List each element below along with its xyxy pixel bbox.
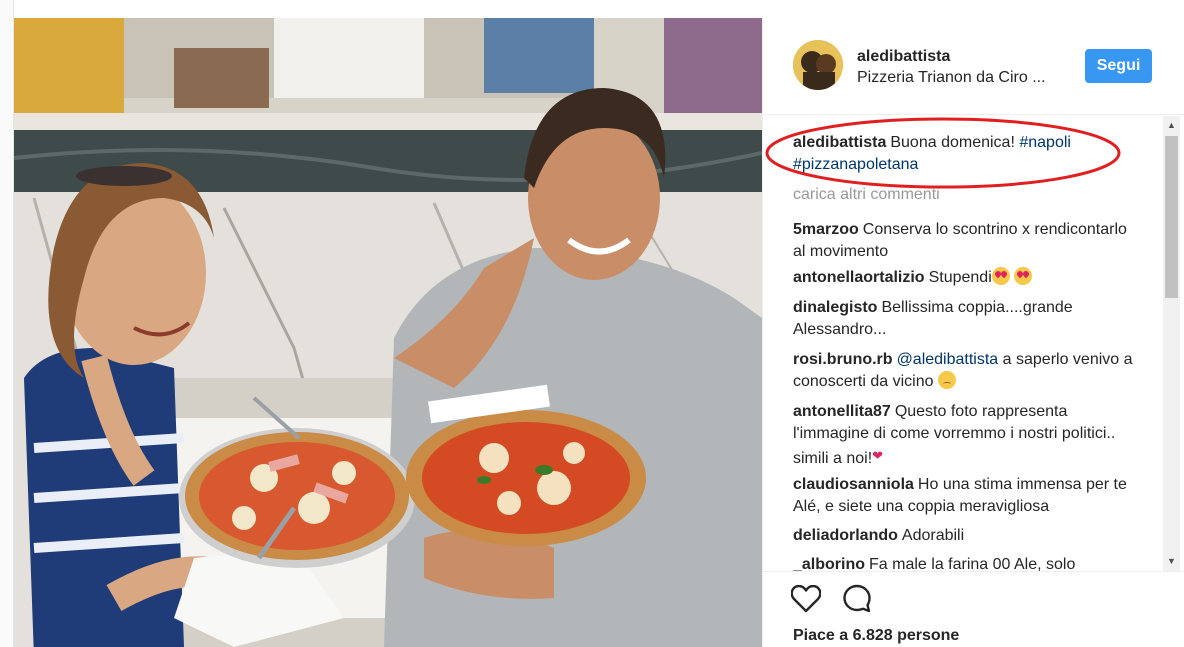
instagram-post-window: aledibattista Pizzeria Trianon da Ciro .… — [0, 0, 1184, 647]
comment-text: Fa male la farina 00 Ale, solo — [869, 556, 1076, 571]
post-location[interactable]: Pizzeria Trianon da Ciro ... — [857, 69, 1046, 87]
follow-button[interactable]: Segui — [1085, 49, 1152, 83]
comment-text: Adorabili — [901, 527, 965, 544]
post-actions: Piace a 6.828 persone — [763, 571, 1184, 647]
comment-username[interactable]: antonellita87 — [793, 403, 891, 420]
heart-outline-icon[interactable] — [789, 582, 823, 616]
avatar[interactable] — [793, 40, 843, 90]
comment-item: dinalegisto Bellissima coppia....grande A… — [793, 297, 1133, 341]
comment-username[interactable]: _alborino — [793, 556, 865, 571]
speech-bubble-icon[interactable] — [840, 582, 874, 616]
caption-text: Buona domenica! — [890, 134, 1020, 151]
comment-item: antonellaortalizio Stupendi — [793, 267, 1133, 289]
comment-mention[interactable]: @aledibattista — [897, 351, 999, 368]
likes-count[interactable]: Piace a 6.828 persone — [793, 627, 959, 645]
comment-item: claudiosanniola Ho una stima immensa per … — [793, 474, 1133, 518]
comments-list: aledibattista Buona domenica! #napoli #pi… — [763, 116, 1163, 571]
post-photo[interactable] — [14, 18, 762, 647]
caption: aledibattista Buona domenica! #napoli #pi… — [793, 132, 1133, 176]
hashtag-pizzanapoletana[interactable]: #pizzanapoletana — [793, 156, 918, 173]
comment-item: 5marzoo Conserva lo scontrino x rendicont… — [793, 219, 1133, 263]
comments-scrollbar[interactable]: ▲ ▼ — [1163, 116, 1180, 571]
post-username[interactable]: aledibattista — [857, 48, 950, 66]
comment-item: antonellita87 Questo foto rappresenta l'i… — [793, 401, 1133, 470]
load-more-comments[interactable]: carica altri commenti — [793, 186, 940, 204]
comment-username[interactable]: claudiosanniola — [793, 476, 914, 493]
scroll-down-arrow-icon[interactable]: ▼ — [1163, 554, 1180, 568]
comment-item: _alborino Fa male la farina 00 Ale, solo — [793, 554, 1133, 571]
pensive-face-emoji-icon — [937, 371, 956, 389]
comment-item: deliadorlando Adorabili — [793, 525, 1133, 547]
scroll-up-arrow-icon[interactable]: ▲ — [1163, 118, 1180, 132]
comment-text: Stupendi — [928, 269, 992, 286]
post-header: aledibattista Pizzeria Trianon da Ciro .… — [763, 18, 1184, 115]
comment-username[interactable]: dinalegisto — [793, 299, 877, 316]
post-side-panel: aledibattista Pizzeria Trianon da Ciro .… — [762, 18, 1184, 647]
comment-username[interactable]: deliadorlando — [793, 527, 898, 544]
comment-username[interactable]: 5marzoo — [793, 221, 859, 238]
page-left-edge — [0, 0, 14, 647]
comment-item: rosi.bruno.rb @aledibattista a saperlo ve… — [793, 349, 1133, 393]
red-heart-emoji-icon: ❤ — [872, 448, 884, 463]
scrollbar-thumb[interactable] — [1165, 136, 1178, 298]
heart-eyes-emoji-icon — [991, 267, 1010, 285]
comment-username[interactable]: antonellaortalizio — [793, 269, 925, 286]
heart-eyes-emoji-icon — [1014, 267, 1033, 285]
comment-username[interactable]: rosi.bruno.rb — [793, 351, 893, 368]
hashtag-napoli[interactable]: #napoli — [1019, 134, 1071, 151]
caption-username[interactable]: aledibattista — [793, 134, 886, 151]
